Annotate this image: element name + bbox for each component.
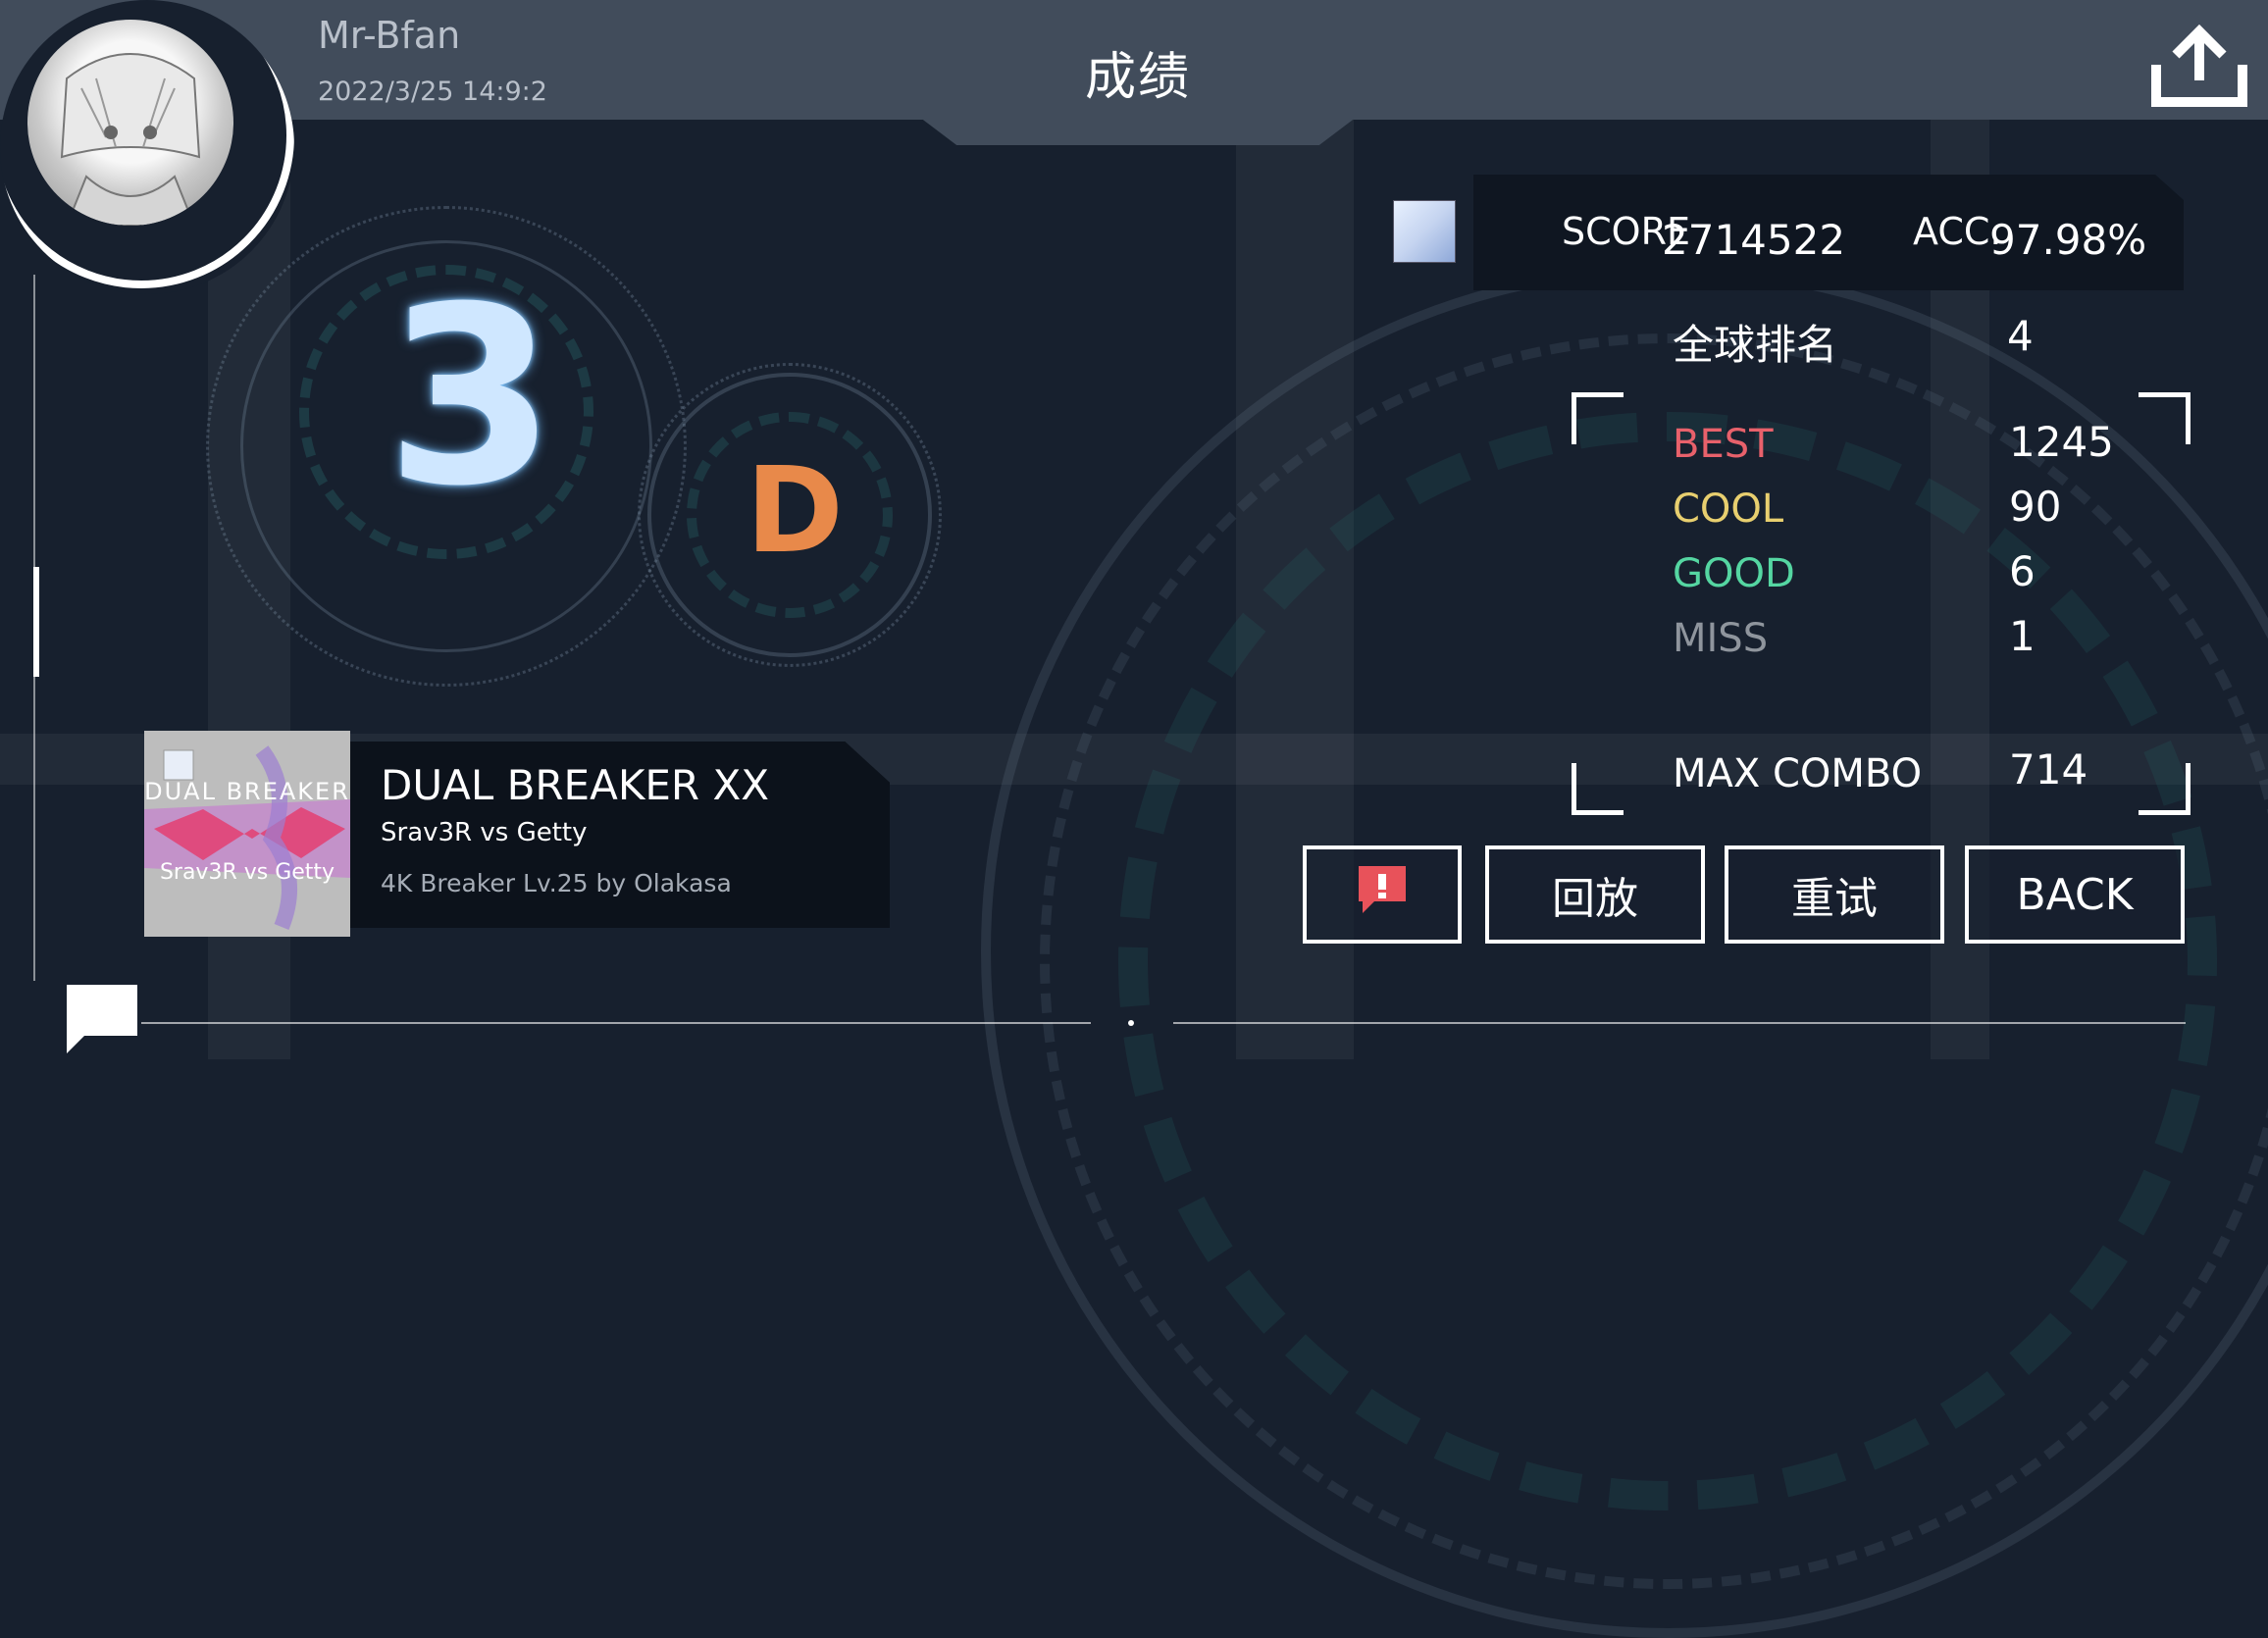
report-exclamation-icon xyxy=(1355,862,1410,928)
acc-label: ACC. xyxy=(1913,210,2002,253)
grade-letter: D xyxy=(746,443,844,580)
album-art-text-top: DUAL BREAKER xyxy=(144,778,350,805)
global-rank-label: 全球排名 xyxy=(1673,321,1838,369)
chart-info: 4K Breaker Lv.25 by Olakasa xyxy=(381,869,732,897)
back-button[interactable]: BACK xyxy=(1965,845,2185,944)
max-combo-value: 714 xyxy=(2009,745,2088,793)
judgement-label-miss: MISS xyxy=(1673,616,1769,661)
judgement-value-best: 1245 xyxy=(2009,418,2114,466)
score-value: 2714522 xyxy=(1662,216,1846,264)
page-title: 成绩 xyxy=(1084,48,1191,107)
deco-ring xyxy=(1118,412,2217,1510)
album-art: DUAL BREAKER Srav3R vs Getty xyxy=(144,731,350,937)
global-rank-value: 4 xyxy=(2007,312,2034,360)
judgement-label-best: BEST xyxy=(1673,422,1774,467)
song-title: DUAL BREAKER XX xyxy=(381,761,769,809)
bracket-corner xyxy=(1572,392,1624,444)
album-art-text-bottom: Srav3R vs Getty xyxy=(159,860,335,885)
chat-bubble-icon[interactable] xyxy=(63,981,141,1059)
judgement-label-good: GOOD xyxy=(1673,551,1795,596)
bracket-corner xyxy=(2139,763,2191,815)
retry-button[interactable]: 重试 xyxy=(1725,845,1944,944)
song-artist: Srav3R vs Getty xyxy=(381,818,588,847)
judgement-value-miss: 1 xyxy=(2009,612,2036,660)
acc-value: 97.98% xyxy=(1989,216,2147,264)
judgement-value-good: 6 xyxy=(2009,547,2036,595)
upload-share-icon[interactable] xyxy=(2150,24,2248,112)
avatar-image xyxy=(27,20,233,226)
bracket-corner xyxy=(2139,392,2191,444)
play-datetime: 2022/3/25 14:9:2 xyxy=(318,77,547,107)
replay-button[interactable]: 回放 xyxy=(1485,845,1705,944)
report-button[interactable] xyxy=(1303,845,1462,944)
max-combo-label: MAX COMBO xyxy=(1673,751,1923,796)
judgement-value-cool: 90 xyxy=(2009,483,2062,531)
bottom-divider xyxy=(141,1022,1091,1024)
player-avatar[interactable] xyxy=(0,0,294,294)
score-player-thumbnail xyxy=(1393,200,1456,263)
bottom-divider xyxy=(1173,1022,2186,1024)
left-border-accent xyxy=(33,567,39,677)
rank-number: 3 xyxy=(386,254,556,539)
bracket-corner xyxy=(1572,763,1624,815)
page-indicator-dot xyxy=(1128,1020,1134,1026)
judgement-label-cool: COOL xyxy=(1673,486,1784,532)
username: Mr-Bfan xyxy=(318,14,461,57)
